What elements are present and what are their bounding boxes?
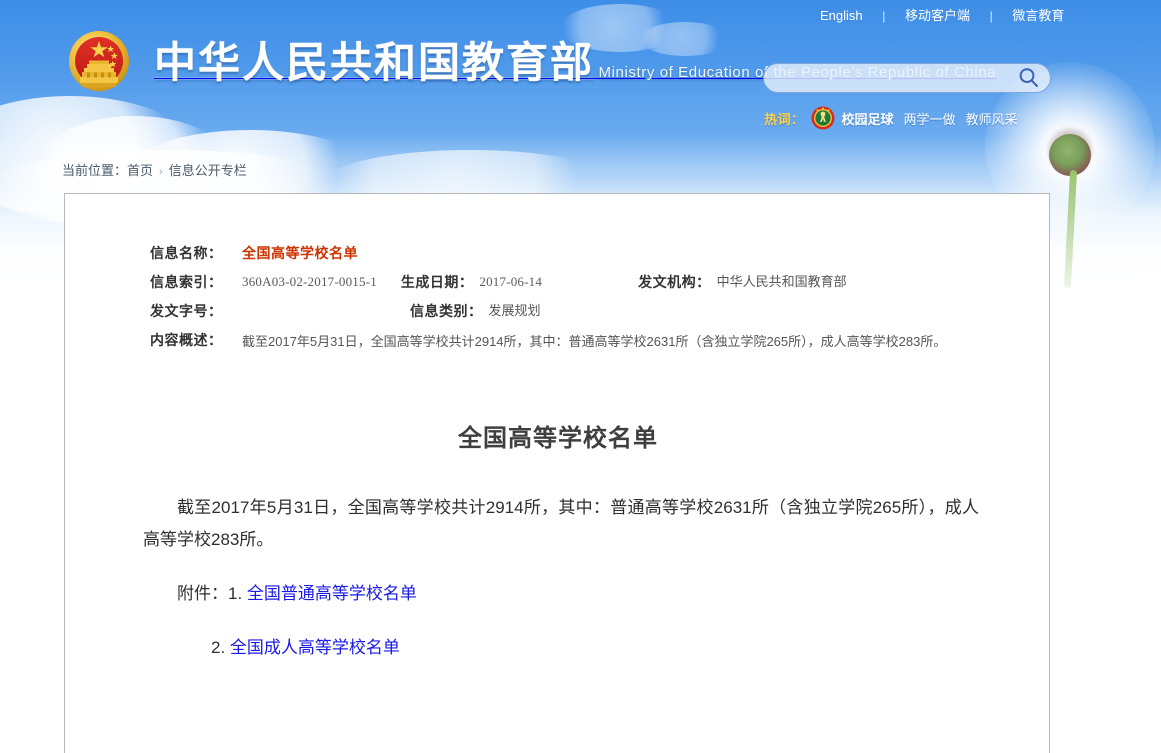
meta-label-category: 信息类别： <box>410 300 483 322</box>
breadcrumb-link-home[interactable]: 首页 <box>127 163 153 178</box>
breadcrumb: 当前位置：首页 › 信息公开专栏 <box>62 160 247 179</box>
meta-row-docnum-category: 发文字号： 信息类别： 发展规划 <box>150 300 980 322</box>
search-input[interactable] <box>778 64 1010 92</box>
meta-label-org: 发文机构： <box>638 271 711 293</box>
attachment-link-adult-colleges[interactable]: 全国成人高等学校名单 <box>230 638 400 657</box>
article-body: 截至2017年5月31日，全国高等学校共计2914所，其中：普通高等学校2631… <box>143 492 979 686</box>
top-nav-separator: | <box>976 9 1007 23</box>
article-paragraph: 截至2017年5月31日，全国高等学校共计2914所，其中：普通高等学校2631… <box>143 492 979 556</box>
meta-row-index-date-org: 信息索引： 360A03-02-2017-0015-1 生成日期： 2017-0… <box>150 271 980 293</box>
attachment-line-2: 2. 全国成人高等学校名单 <box>143 632 979 664</box>
search-button[interactable] <box>1016 66 1042 92</box>
hot-keyword-link-campus-football[interactable]: 校园足球 <box>842 109 894 128</box>
dandelion-stem <box>1064 170 1077 288</box>
campus-football-badge-icon <box>811 106 835 130</box>
hot-keyword-link-liangxueyizuo[interactable]: 两学一做 <box>904 109 956 128</box>
article-title: 全国高等学校名单 <box>65 418 1051 453</box>
meta-value-date: 2017-06-14 <box>473 271 542 293</box>
page-root: English | 移动客户端 | 微言教育 <box>0 0 1161 706</box>
breadcrumb-link-info-disclosure[interactable]: 信息公开专栏 <box>169 163 247 178</box>
hot-keyword-link-teacher-style[interactable]: 教师风采 <box>966 109 1018 128</box>
attachment-line-1: 附件：1. 全国普通高等学校名单 <box>143 578 979 610</box>
attachment-number-2: 2. <box>211 638 225 657</box>
meta-value-summary: 截至2017年5月31日，全国高等学校共计2914所，其中：普通高等学校2631… <box>236 329 980 354</box>
meta-value-name[interactable]: 全国高等学校名单 <box>236 242 358 264</box>
search-icon <box>1017 66 1041 90</box>
meta-row-name: 信息名称： 全国高等学校名单 <box>150 242 980 264</box>
hot-keywords: 热词： 校园足球 两学一做 教师风采 <box>764 106 1028 130</box>
meta-value-index: 360A03-02-2017-0015-1 <box>236 271 377 293</box>
search-box[interactable] <box>763 63 1051 93</box>
top-nav-link-weiyan-education[interactable]: 微言教育 <box>1010 8 1066 23</box>
top-nav-separator: | <box>868 9 899 23</box>
attachment-label: 附件： <box>177 584 228 603</box>
breadcrumb-separator: › <box>159 166 163 178</box>
dandelion-seed-floater <box>0 0 48 48</box>
document-meta-table: 信息名称： 全国高等学校名单 信息索引： 360A03-02-2017-0015… <box>150 242 980 361</box>
national-emblem-icon <box>62 26 136 100</box>
meta-label-summary: 内容概述： <box>150 329 236 351</box>
top-nav-link-mobile-client[interactable]: 移动客户端 <box>903 8 972 23</box>
meta-label-date: 生成日期： <box>401 271 474 293</box>
meta-label-name: 信息名称： <box>150 242 236 264</box>
site-search <box>763 63 1051 93</box>
meta-value-org: 中华人民共和国教育部 <box>711 271 847 293</box>
meta-row-summary: 内容概述： 截至2017年5月31日，全国高等学校共计2914所，其中：普通高等… <box>150 329 980 354</box>
top-nav-link-english[interactable]: English <box>818 8 865 23</box>
meta-label-index: 信息索引： <box>150 271 236 293</box>
attachment-link-general-colleges[interactable]: 全国普通高等学校名单 <box>247 584 417 603</box>
meta-group-org: 发文机构： 中华人民共和国教育部 <box>638 271 847 293</box>
content-panel: 信息名称： 全国高等学校名单 信息索引： 360A03-02-2017-0015… <box>64 193 1050 753</box>
breadcrumb-prefix: 当前位置： <box>62 163 127 178</box>
meta-value-category: 发展规划 <box>483 300 541 322</box>
site-title-cn: 中华人民共和国教育部 <box>154 38 594 87</box>
dandelion-core <box>1049 134 1091 176</box>
meta-group-date: 生成日期： 2017-06-14 <box>401 271 542 293</box>
meta-label-docnum: 发文字号： <box>150 300 236 322</box>
hot-keywords-label: 热词： <box>764 109 805 128</box>
attachment-number-1: 1. <box>228 584 242 603</box>
